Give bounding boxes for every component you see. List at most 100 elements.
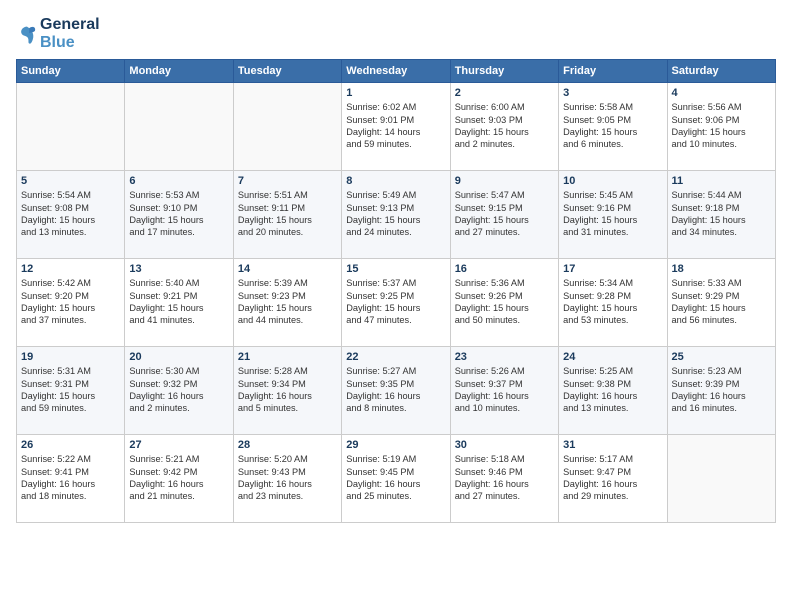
day-number: 24 (563, 351, 662, 363)
day-info: Sunrise: 5:19 AMSunset: 9:45 PMDaylight:… (346, 453, 445, 503)
day-cell: 30 Sunrise: 5:18 AMSunset: 9:46 PMDayligh… (450, 435, 558, 523)
day-info: Sunrise: 5:23 AMSunset: 9:39 PMDaylight:… (672, 365, 771, 415)
day-info: Sunrise: 5:42 AMSunset: 9:20 PMDaylight:… (21, 277, 120, 327)
header-cell-thursday: Thursday (450, 60, 558, 83)
day-cell (125, 83, 233, 171)
day-info: Sunrise: 5:18 AMSunset: 9:46 PMDaylight:… (455, 453, 554, 503)
day-cell (667, 435, 775, 523)
day-info: Sunrise: 5:30 AMSunset: 9:32 PMDaylight:… (129, 365, 228, 415)
day-cell: 13 Sunrise: 5:40 AMSunset: 9:21 PMDayligh… (125, 259, 233, 347)
day-cell (17, 83, 125, 171)
day-info: Sunrise: 5:22 AMSunset: 9:41 PMDaylight:… (21, 453, 120, 503)
day-cell: 27Sunrise: 5:21 AMSunset: 9:42 PMDayligh… (125, 435, 233, 523)
header-row: SundayMondayTuesdayWednesdayThursdayFrid… (17, 60, 776, 83)
day-number: 26 (21, 439, 120, 451)
day-number: 8 (346, 175, 445, 187)
day-info: Sunrise: 5:54 AMSunset: 9:08 PMDaylight:… (21, 189, 120, 239)
day-cell: 16 Sunrise: 5:36 AMSunset: 9:26 PMDayligh… (450, 259, 558, 347)
day-cell: 22 Sunrise: 5:27 AMSunset: 9:35 PMDayligh… (342, 347, 450, 435)
day-info: Sunrise: 5:28 AMSunset: 9:34 PMDaylight:… (238, 365, 337, 415)
week-row-5: 26 Sunrise: 5:22 AMSunset: 9:41 PMDayligh… (17, 435, 776, 523)
day-cell: 14Sunrise: 5:39 AMSunset: 9:23 PMDayligh… (233, 259, 341, 347)
day-number: 9 (455, 175, 554, 187)
week-row-4: 19Sunrise: 5:31 AMSunset: 9:31 PMDayligh… (17, 347, 776, 435)
day-info: Sunrise: 5:31 AMSunset: 9:31 PMDaylight:… (21, 365, 120, 415)
day-info: Sunrise: 5:58 AMSunset: 9:05 PMDaylight:… (563, 101, 662, 151)
day-cell: 19Sunrise: 5:31 AMSunset: 9:31 PMDayligh… (17, 347, 125, 435)
day-info: Sunrise: 5:47 AMSunset: 9:15 PMDaylight:… (455, 189, 554, 239)
day-number: 3 (563, 87, 662, 99)
day-number: 14 (238, 263, 337, 275)
day-info: Sunrise: 5:34 AMSunset: 9:28 PMDaylight:… (563, 277, 662, 327)
day-number: 21 (238, 351, 337, 363)
day-cell: 23 Sunrise: 5:26 AMSunset: 9:37 PMDayligh… (450, 347, 558, 435)
day-cell: 11 Sunrise: 5:44 AMSunset: 9:18 PMDayligh… (667, 171, 775, 259)
day-cell: 4Sunrise: 5:56 AMSunset: 9:06 PMDaylight… (667, 83, 775, 171)
day-cell: 25 Sunrise: 5:23 AMSunset: 9:39 PMDayligh… (667, 347, 775, 435)
header-cell-saturday: Saturday (667, 60, 775, 83)
day-cell: 26 Sunrise: 5:22 AMSunset: 9:41 PMDayligh… (17, 435, 125, 523)
header-cell-tuesday: Tuesday (233, 60, 341, 83)
day-number: 20 (129, 351, 228, 363)
day-number: 25 (672, 351, 771, 363)
day-cell: 24 Sunrise: 5:25 AMSunset: 9:38 PMDayligh… (559, 347, 667, 435)
day-number: 1 (346, 87, 445, 99)
day-number: 17 (563, 263, 662, 275)
day-number: 6 (129, 175, 228, 187)
header-cell-monday: Monday (125, 60, 233, 83)
day-cell: 12 Sunrise: 5:42 AMSunset: 9:20 PMDayligh… (17, 259, 125, 347)
day-info: Sunrise: 5:56 AMSunset: 9:06 PMDaylight:… (672, 101, 771, 151)
day-cell: 29Sunrise: 5:19 AMSunset: 9:45 PMDayligh… (342, 435, 450, 523)
day-number: 5 (21, 175, 120, 187)
header-cell-friday: Friday (559, 60, 667, 83)
day-cell: 3 Sunrise: 5:58 AMSunset: 9:05 PMDaylight… (559, 83, 667, 171)
day-info: Sunrise: 5:26 AMSunset: 9:37 PMDaylight:… (455, 365, 554, 415)
day-cell: 2 Sunrise: 6:00 AMSunset: 9:03 PMDaylight… (450, 83, 558, 171)
day-cell: 9 Sunrise: 5:47 AMSunset: 9:15 PMDaylight… (450, 171, 558, 259)
day-info: Sunrise: 5:33 AMSunset: 9:29 PMDaylight:… (672, 277, 771, 327)
day-info: Sunrise: 5:17 AMSunset: 9:47 PMDaylight:… (563, 453, 662, 503)
day-info: Sunrise: 5:25 AMSunset: 9:38 PMDaylight:… (563, 365, 662, 415)
day-number: 7 (238, 175, 337, 187)
day-info: Sunrise: 5:20 AMSunset: 9:43 PMDaylight:… (238, 453, 337, 503)
day-number: 13 (129, 263, 228, 275)
day-number: 12 (21, 263, 120, 275)
day-info: Sunrise: 5:49 AMSunset: 9:13 PMDaylight:… (346, 189, 445, 239)
week-row-1: 1 Sunrise: 6:02 AMSunset: 9:01 PMDaylight… (17, 83, 776, 171)
logo-icon (16, 23, 38, 45)
logo-line2: Blue (40, 34, 100, 52)
day-number: 31 (563, 439, 662, 451)
day-number: 16 (455, 263, 554, 275)
day-info: Sunrise: 5:53 AMSunset: 9:10 PMDaylight:… (129, 189, 228, 239)
day-number: 15 (346, 263, 445, 275)
day-number: 22 (346, 351, 445, 363)
logo-text-block: General Blue (40, 16, 100, 51)
day-number: 27 (129, 439, 228, 451)
day-cell: 7 Sunrise: 5:51 AMSunset: 9:11 PMDaylight… (233, 171, 341, 259)
day-cell: 10Sunrise: 5:45 AMSunset: 9:16 PMDayligh… (559, 171, 667, 259)
header-cell-sunday: Sunday (17, 60, 125, 83)
day-info: Sunrise: 5:45 AMSunset: 9:16 PMDaylight:… (563, 189, 662, 239)
day-cell: 18Sunrise: 5:33 AMSunset: 9:29 PMDayligh… (667, 259, 775, 347)
day-number: 2 (455, 87, 554, 99)
day-cell: 15Sunrise: 5:37 AMSunset: 9:25 PMDayligh… (342, 259, 450, 347)
day-cell: 28 Sunrise: 5:20 AMSunset: 9:43 PMDayligh… (233, 435, 341, 523)
day-number: 30 (455, 439, 554, 451)
day-cell: 5 Sunrise: 5:54 AMSunset: 9:08 PMDaylight… (17, 171, 125, 259)
day-info: Sunrise: 5:51 AMSunset: 9:11 PMDaylight:… (238, 189, 337, 239)
day-info: Sunrise: 5:36 AMSunset: 9:26 PMDaylight:… (455, 277, 554, 327)
day-info: Sunrise: 5:40 AMSunset: 9:21 PMDaylight:… (129, 277, 228, 327)
day-info: Sunrise: 5:44 AMSunset: 9:18 PMDaylight:… (672, 189, 771, 239)
day-info: Sunrise: 6:02 AMSunset: 9:01 PMDaylight:… (346, 101, 445, 151)
day-info: Sunrise: 5:27 AMSunset: 9:35 PMDaylight:… (346, 365, 445, 415)
week-row-2: 5 Sunrise: 5:54 AMSunset: 9:08 PMDaylight… (17, 171, 776, 259)
day-cell: 1 Sunrise: 6:02 AMSunset: 9:01 PMDaylight… (342, 83, 450, 171)
day-number: 23 (455, 351, 554, 363)
day-number: 28 (238, 439, 337, 451)
day-cell: 6 Sunrise: 5:53 AMSunset: 9:10 PMDaylight… (125, 171, 233, 259)
day-cell: 31 Sunrise: 5:17 AMSunset: 9:47 PMDayligh… (559, 435, 667, 523)
day-cell: 8 Sunrise: 5:49 AMSunset: 9:13 PMDaylight… (342, 171, 450, 259)
day-number: 11 (672, 175, 771, 187)
day-info: Sunrise: 6:00 AMSunset: 9:03 PMDaylight:… (455, 101, 554, 151)
page-header: General Blue (16, 16, 776, 51)
